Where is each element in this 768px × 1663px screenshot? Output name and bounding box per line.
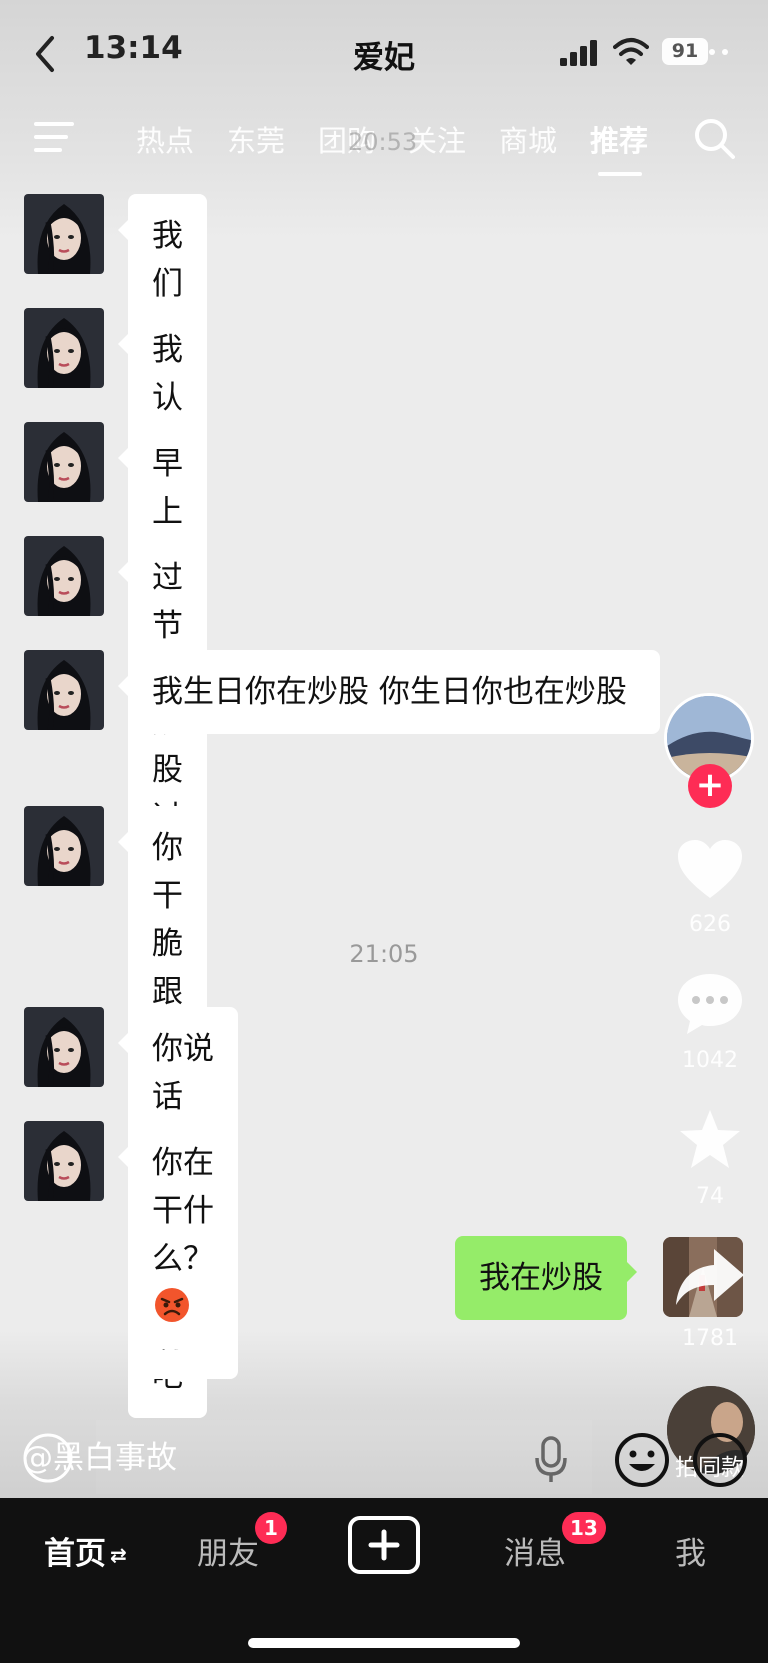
more-dots-icon	[709, 49, 728, 55]
contact-avatar[interactable]	[24, 194, 104, 274]
microphone-icon[interactable]	[534, 1436, 568, 1484]
search-icon[interactable]	[692, 116, 736, 160]
contact-avatar[interactable]	[24, 536, 104, 616]
share-arrow-icon[interactable]	[674, 1247, 746, 1309]
chat-timestamp: 21:05	[349, 940, 419, 968]
friends-badge: 1	[255, 1512, 287, 1544]
comment-count: 1042	[682, 1048, 738, 1073]
status-bar: 13:14 爱妃 91	[0, 0, 768, 100]
my-message-bubble[interactable]: 我在炒股	[455, 1236, 637, 1320]
feed-switch-icon: ⇄	[110, 1543, 127, 1567]
home-indicator	[248, 1638, 520, 1648]
create-post-button[interactable]	[348, 1516, 420, 1574]
contact-avatar[interactable]	[24, 1007, 104, 1087]
tab-local[interactable]: 东莞	[227, 118, 285, 160]
signal-icon	[560, 40, 597, 66]
tab-me[interactable]: 我	[675, 1528, 706, 1573]
tab-messages[interactable]: 消息	[504, 1528, 566, 1573]
contact-avatar[interactable]	[24, 650, 104, 730]
menu-icon[interactable]	[34, 120, 76, 154]
video-frame[interactable]: 13:14 爱妃 91 热点 东莞 团购 关注 商城 推荐 20:53 我们 我…	[0, 0, 768, 1663]
favorite-star-icon[interactable]	[676, 1108, 744, 1172]
tab-home[interactable]: 首页 ⇄	[44, 1528, 127, 1573]
active-tab-indicator	[598, 172, 642, 176]
battery-indicator: 91	[662, 38, 708, 65]
favorite-count: 74	[696, 1184, 724, 1209]
plus-icon	[368, 1529, 400, 1561]
tab-home-label: 首页	[44, 1536, 106, 1572]
share-count: 1781	[682, 1326, 738, 1351]
chat-contact-name: 爱妃	[353, 40, 415, 76]
bottom-tab-bar: 首页 ⇄ 朋友 1 消息 13 我	[0, 1498, 768, 1663]
follow-plus-button[interactable]: +	[688, 764, 732, 808]
message-bubble[interactable]: 我生日你在炒股 你生日你也在炒股	[118, 650, 660, 734]
messages-badge: 13	[562, 1512, 606, 1544]
tab-mall[interactable]: 商城	[499, 118, 557, 160]
like-heart-icon[interactable]	[676, 838, 744, 902]
wifi-icon	[613, 38, 649, 65]
tab-friends[interactable]: 朋友	[197, 1528, 259, 1573]
like-count: 626	[689, 912, 731, 937]
add-attachment-icon[interactable]	[692, 1432, 748, 1488]
message-text: 你在干什么？	[152, 1145, 214, 1277]
contact-avatar[interactable]	[24, 1121, 104, 1201]
contact-avatar[interactable]	[24, 422, 104, 502]
contact-avatar[interactable]	[24, 308, 104, 388]
comment-bubble-icon[interactable]	[676, 972, 744, 1036]
emoji-smile-icon[interactable]	[614, 1432, 670, 1488]
contact-avatar[interactable]	[24, 806, 104, 886]
faded-timestamp: 20:53	[348, 128, 418, 156]
tab-hot[interactable]: 热点	[136, 118, 194, 160]
message-bubble-with-emoji[interactable]: 你在干什么？	[118, 1121, 238, 1349]
tab-recommended[interactable]: 推荐	[590, 118, 648, 160]
angry-face-emoji-icon	[155, 1288, 189, 1322]
author-caption[interactable]: @黑白事故	[22, 1432, 177, 1477]
